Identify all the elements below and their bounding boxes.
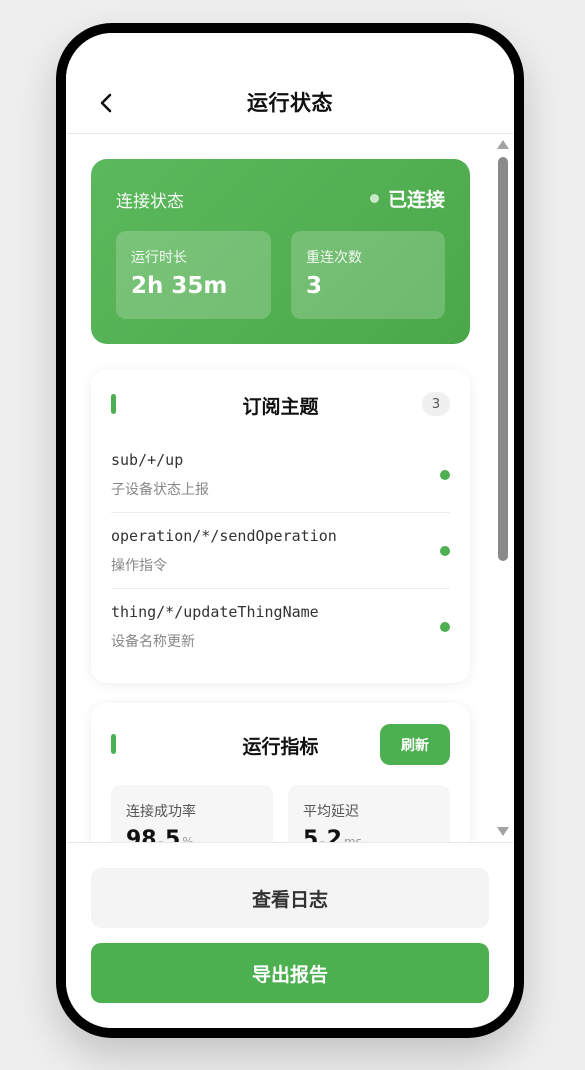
success-rate-metric: 连接成功率 98.5% xyxy=(111,785,273,842)
scrollbar[interactable] xyxy=(496,136,510,840)
topic-list: sub/+/up 子设备状态上报 operation/*/sendOperati… xyxy=(111,437,450,665)
scroll-down-arrow-icon[interactable] xyxy=(497,827,509,836)
latency-unit: ms xyxy=(343,835,362,842)
phone-frame: 运行状态 连接状态 已连接 运行时长 2h 35m 重连次数 3 订阅主题 3 … xyxy=(56,23,524,1038)
topic-status-dot-icon xyxy=(440,546,450,556)
scroll-thumb[interactable] xyxy=(498,157,508,561)
content-scroll-area[interactable]: 连接状态 已连接 运行时长 2h 35m 重连次数 3 订阅主题 3 sub/+… xyxy=(66,134,514,842)
topic-path: thing/*/updateThingName xyxy=(111,603,319,621)
topics-count-badge: 3 xyxy=(422,392,450,416)
scroll-up-arrow-icon[interactable] xyxy=(497,140,509,149)
uptime-value: 2h 35m xyxy=(131,273,228,299)
topic-path: operation/*/sendOperation xyxy=(111,527,337,545)
subscribed-topics-card: 订阅主题 3 sub/+/up 子设备状态上报 operation/*/send… xyxy=(91,369,470,683)
refresh-button[interactable]: 刷新 xyxy=(380,724,450,765)
app-header: 运行状态 xyxy=(66,33,514,134)
topic-item[interactable]: operation/*/sendOperation 操作指令 xyxy=(111,513,450,589)
topic-description: 操作指令 xyxy=(111,558,167,574)
latency-number: 5.2 xyxy=(303,827,342,842)
connection-status-value: 已连接 xyxy=(369,185,445,212)
connection-status-label: 连接状态 xyxy=(116,192,184,212)
content-list: 连接状态 已连接 运行时长 2h 35m 重连次数 3 订阅主题 3 sub/+… xyxy=(91,159,470,842)
topics-title: 订阅主题 xyxy=(242,396,319,418)
success-rate-number: 98.5 xyxy=(126,827,181,842)
latency-metric: 平均延迟 5.2 ms xyxy=(288,785,450,842)
latency-value: 5.2 ms xyxy=(303,827,362,842)
uptime-label: 运行时长 xyxy=(131,250,187,266)
topic-status-dot-icon xyxy=(440,622,450,632)
topic-description: 设备名称更新 xyxy=(111,634,195,650)
uptime-stat: 运行时长 2h 35m xyxy=(116,231,271,319)
connection-status-card: 连接状态 已连接 运行时长 2h 35m 重连次数 3 xyxy=(91,159,470,344)
topic-description: 子设备状态上报 xyxy=(111,482,209,498)
reconnect-value: 3 xyxy=(306,273,323,299)
export-report-button[interactable]: 导出报告 xyxy=(91,943,489,1003)
view-logs-button[interactable]: 查看日志 xyxy=(91,868,489,928)
topic-status-dot-icon xyxy=(440,470,450,480)
reconnect-stat: 重连次数 3 xyxy=(291,231,445,319)
topic-item[interactable]: thing/*/updateThingName 设备名称更新 xyxy=(111,589,450,665)
status-dot-icon xyxy=(369,194,379,203)
success-rate-unit: % xyxy=(182,835,194,842)
footer-actions: 查看日志 导出报告 xyxy=(66,842,514,1028)
success-rate-value: 98.5% xyxy=(126,827,194,842)
topic-item[interactable]: sub/+/up 子设备状态上报 xyxy=(111,437,450,513)
connection-status-text: 已连接 xyxy=(387,189,445,211)
topic-path: sub/+/up xyxy=(111,451,184,469)
reconnect-label: 重连次数 xyxy=(306,250,362,266)
runtime-metrics-card: 运行指标 刷新 连接成功率 98.5% 平均延迟 5.2 ms xyxy=(91,703,470,842)
page-title: 运行状态 xyxy=(247,91,333,115)
latency-label: 平均延迟 xyxy=(303,804,359,820)
phone-screen: 运行状态 连接状态 已连接 运行时长 2h 35m 重连次数 3 订阅主题 3 … xyxy=(66,33,514,1028)
success-rate-label: 连接成功率 xyxy=(126,804,196,820)
